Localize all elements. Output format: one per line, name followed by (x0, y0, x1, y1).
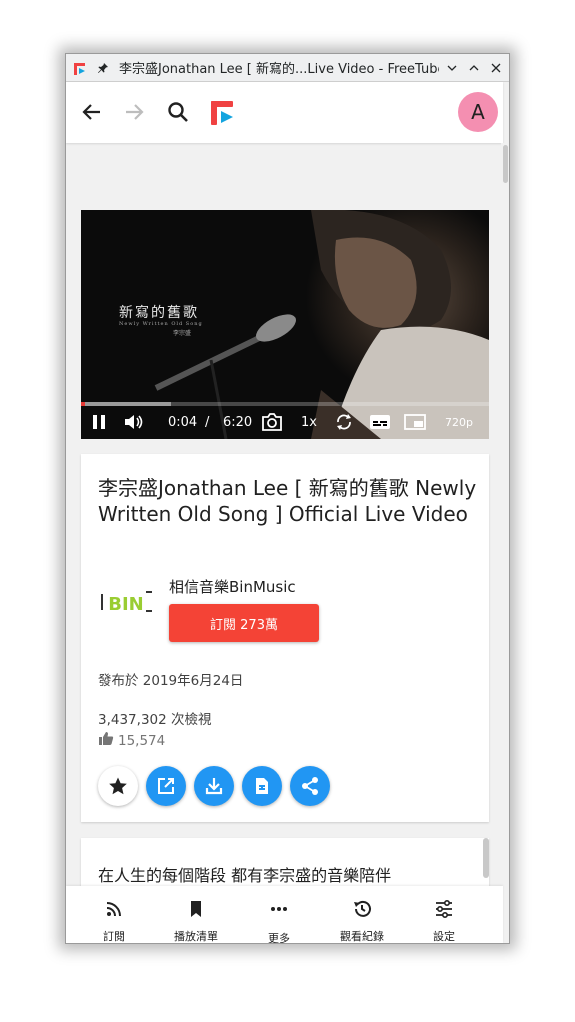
overlay-artist: 李宗盛 (173, 330, 192, 337)
file-icon (256, 778, 268, 794)
video-player[interactable]: 新寫的舊歌 Newly Written Old Song 李宗盛 0:04 / … (81, 210, 489, 439)
published-date: 發布於 2019年6月24日 (98, 673, 244, 689)
loop-icon[interactable] (334, 411, 354, 433)
download-icon (205, 778, 223, 795)
scrollbar-thumb[interactable] (503, 145, 508, 183)
sliders-icon (434, 899, 454, 919)
open-external-button[interactable] (146, 766, 186, 806)
bottom-navigation: 訂閱 播放清單 更多 觀看紀錄 設定 (66, 886, 503, 943)
rss-icon (104, 899, 124, 919)
freetube-window: 李宗盛Jonathan Lee [ 新寫的...Live Video - Fre… (65, 53, 510, 944)
player-controls: 0:04 / 6:20 1x 720p (81, 406, 489, 439)
video-title: 李宗盛Jonathan Lee [ 新寫的舊歌 Newly Written Ol… (98, 476, 477, 526)
action-buttons (98, 766, 330, 806)
nav-subscriptions[interactable]: 訂閱 (74, 886, 154, 943)
top-navigation: A (66, 82, 503, 143)
channel-name[interactable]: 相信音樂BinMusic (169, 576, 296, 597)
file-button[interactable] (242, 766, 282, 806)
captions-icon[interactable] (369, 411, 391, 433)
pin-icon[interactable] (97, 61, 111, 75)
pause-icon[interactable] (89, 411, 109, 433)
external-link-icon (158, 778, 174, 794)
close-button[interactable] (487, 60, 505, 76)
overlay-subtitle: Newly Written Old Song (119, 321, 203, 327)
nav-label: 訂閱 (103, 930, 125, 943)
bookmark-icon (186, 899, 206, 919)
nav-label: 設定 (433, 930, 455, 943)
duration: 6:20 (223, 414, 253, 430)
nav-label: 播放清單 (174, 930, 218, 943)
star-icon (109, 777, 127, 795)
arrow-left-icon[interactable] (80, 100, 104, 124)
overlay-title: 新寫的舊歌 (119, 305, 199, 321)
nav-playlists[interactable]: 播放清單 (156, 886, 236, 943)
current-time: 0:04 (168, 414, 198, 430)
history-icon (352, 899, 372, 919)
minimize-button[interactable] (443, 60, 461, 76)
subscribe-button[interactable]: 訂閱 273萬 (169, 604, 319, 642)
arrow-right-icon[interactable] (122, 100, 146, 124)
more-icon (269, 899, 289, 919)
freetube-logo[interactable] (209, 99, 237, 127)
quality-selector[interactable]: 720p (445, 411, 473, 433)
download-button[interactable] (194, 766, 234, 806)
video-info-card: 李宗盛Jonathan Lee [ 新寫的舊歌 Newly Written Ol… (81, 454, 489, 822)
like-count-value: 15,574 (118, 732, 166, 749)
nav-label: 更多 (268, 932, 290, 944)
search-icon[interactable] (166, 100, 190, 124)
nav-label: 觀看紀錄 (340, 930, 384, 943)
favorite-button[interactable] (98, 766, 138, 806)
thumbs-up-icon (98, 731, 114, 750)
video-description: 在人生的每個階段 都有李宗盛的音樂陪伴 (98, 866, 392, 885)
picture-in-picture-icon[interactable] (403, 411, 427, 433)
maximize-button[interactable] (465, 60, 483, 76)
avatar[interactable]: A (458, 92, 498, 132)
description-scrollbar[interactable] (483, 838, 489, 878)
volume-icon[interactable] (123, 411, 145, 433)
page-scrollbar[interactable] (501, 143, 509, 943)
nav-history[interactable]: 觀看紀錄 (322, 886, 402, 943)
share-button[interactable] (290, 766, 330, 806)
window-title: 李宗盛Jonathan Lee [ 新寫的...Live Video - Fre… (119, 62, 439, 77)
like-count: 15,574 (98, 731, 165, 750)
title-bar: 李宗盛Jonathan Lee [ 新寫的...Live Video - Fre… (66, 54, 509, 82)
svg-text:BIN: BIN (108, 594, 143, 615)
freetube-app-icon[interactable] (73, 61, 87, 75)
time-separator: / (205, 414, 210, 430)
nav-more[interactable]: 更多 (239, 886, 319, 943)
view-count: 3,437,302 次檢視 (98, 712, 212, 728)
nav-settings[interactable]: 設定 (404, 886, 484, 943)
channel-avatar[interactable]: BIN (98, 582, 154, 622)
playback-speed[interactable]: 1x (301, 411, 317, 433)
camera-icon[interactable] (260, 411, 284, 433)
share-icon (302, 777, 318, 795)
